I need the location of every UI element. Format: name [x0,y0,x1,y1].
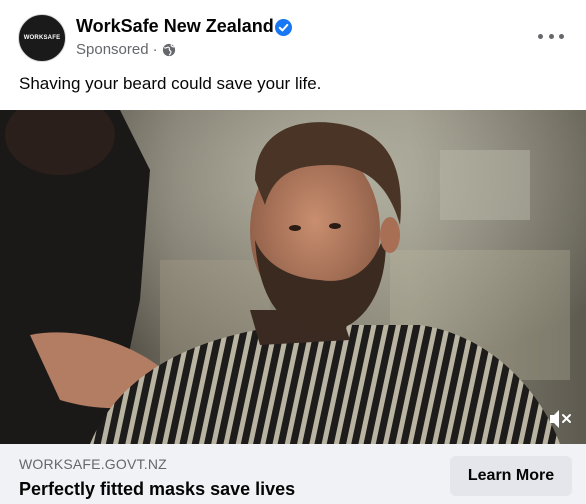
meta-separator: · [152,41,158,58]
post-meta: Sponsored · [76,41,176,58]
more-options-icon[interactable] [538,26,564,46]
sponsored-label[interactable]: Sponsored [76,41,149,58]
link-domain: WORKSAFE.GOVT.NZ [19,456,167,472]
video-player[interactable] [0,110,586,444]
muted-speaker-icon[interactable] [548,408,574,430]
post-caption: Shaving your beard could save your life. [19,74,322,93]
link-preview[interactable]: WORKSAFE.GOVT.NZ Perfectly fitted masks … [0,444,586,504]
verified-badge-icon [275,19,292,36]
avatar-logo-text: WORKSAFE [23,34,61,41]
sponsored-post: WORKSAFE WorkSafe New Zealand Sponsored … [0,0,586,504]
post-header: WORKSAFE WorkSafe New Zealand Sponsored … [0,0,586,68]
video-frame [0,110,586,444]
page-avatar[interactable]: WORKSAFE [18,14,66,62]
link-headline[interactable]: Perfectly fitted masks save lives [19,479,295,500]
page-name-link[interactable]: WorkSafe New Zealand [76,16,274,37]
learn-more-button[interactable]: Learn More [450,456,572,496]
globe-icon [162,43,175,56]
